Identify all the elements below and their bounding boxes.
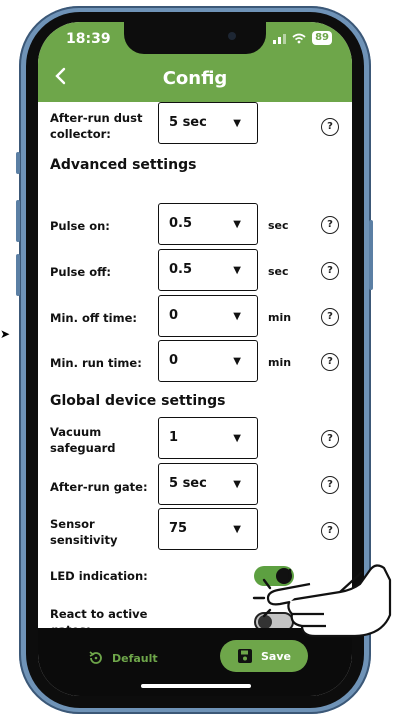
default-button[interactable]: Default: [88, 650, 158, 666]
caret-down-icon: ▼: [233, 433, 241, 444]
save-button[interactable]: Save: [220, 640, 308, 672]
caret-down-icon: ▼: [233, 356, 241, 367]
caret-down-icon: ▼: [233, 265, 241, 276]
signal-icon: [273, 33, 287, 44]
sensor-sensitivity-select[interactable]: 75 ▼: [158, 508, 258, 550]
restore-icon: [89, 651, 102, 664]
select-value: 5 sec: [169, 115, 207, 130]
caret-down-icon: ▼: [233, 311, 241, 322]
help-icon[interactable]: ?: [321, 522, 339, 540]
after-run-dust-collector-label: After-run dust collector:: [50, 111, 143, 141]
led-indication-label: LED indication:: [50, 569, 148, 583]
phone-side-button: [16, 200, 20, 242]
min-run-time-select[interactable]: 0 ▼: [158, 340, 258, 382]
status-time: 18:39: [66, 31, 111, 47]
phone-side-button: [16, 254, 20, 296]
pulse-off-label: Pulse off:: [50, 265, 112, 279]
help-icon[interactable]: ?: [321, 353, 339, 371]
camera-icon: [228, 32, 236, 40]
select-value: 1: [169, 430, 179, 445]
pulse-off-select[interactable]: 0.5 ▼: [158, 249, 258, 291]
help-icon[interactable]: ?: [321, 216, 339, 234]
battery-icon: 89: [312, 31, 332, 45]
caret-down-icon: ▼: [233, 479, 241, 490]
pulse-off-unit: sec: [268, 265, 289, 278]
select-value: 0.5: [169, 262, 193, 277]
app-header: 18:39 89 Config: [38, 22, 352, 102]
section-global-device-settings: Global device settings: [50, 393, 226, 409]
default-label: Default: [112, 651, 158, 665]
after-run-gate-label: After-run gate:: [50, 480, 148, 494]
notch: [124, 22, 266, 54]
pointer-arrow-icon: ➤: [0, 327, 11, 341]
min-off-time-unit: min: [268, 311, 292, 324]
phone-side-button: [16, 152, 20, 174]
wifi-icon: [292, 33, 306, 43]
caret-down-icon: ▼: [233, 524, 241, 535]
min-run-time-label: Min. run time:: [50, 356, 142, 370]
after-run-gate-select[interactable]: 5 sec ▼: [158, 463, 258, 505]
caret-down-icon: ▼: [233, 118, 241, 129]
min-run-time-unit: min: [268, 356, 292, 369]
select-value: 0: [169, 353, 179, 368]
save-label: Save: [261, 649, 291, 663]
min-off-time-label: Min. off time:: [50, 311, 137, 325]
sensor-sensitivity-label: Sensor sensitivity: [50, 517, 118, 547]
help-icon[interactable]: ?: [321, 430, 339, 448]
pointing-hand-icon: [250, 540, 395, 644]
help-icon[interactable]: ?: [321, 262, 339, 280]
home-indicator: [141, 684, 251, 688]
section-advanced-settings: Advanced settings: [50, 157, 197, 173]
after-run-dust-collector-select[interactable]: 5 sec ▼: [158, 102, 258, 144]
pulse-on-label: Pulse on:: [50, 219, 110, 233]
page-title: Config: [162, 68, 228, 89]
save-disk-icon: [238, 649, 252, 663]
phone-side-button: [369, 220, 373, 290]
select-value: 0.5: [169, 216, 193, 231]
pulse-on-unit: sec: [268, 219, 289, 232]
caret-down-icon: ▼: [233, 219, 241, 230]
vacuum-safeguard-label: Vacuum safeguard: [50, 425, 116, 455]
select-value: 75: [169, 521, 188, 536]
help-icon[interactable]: ?: [321, 476, 339, 494]
status-icons: 89: [273, 31, 332, 45]
help-icon[interactable]: ?: [321, 308, 339, 326]
help-icon[interactable]: ?: [321, 118, 339, 136]
pulse-on-select[interactable]: 0.5 ▼: [158, 203, 258, 245]
min-off-time-select[interactable]: 0 ▼: [158, 295, 258, 337]
vacuum-safeguard-select[interactable]: 1 ▼: [158, 417, 258, 459]
select-value: 0: [169, 308, 179, 323]
select-value: 5 sec: [169, 476, 207, 491]
